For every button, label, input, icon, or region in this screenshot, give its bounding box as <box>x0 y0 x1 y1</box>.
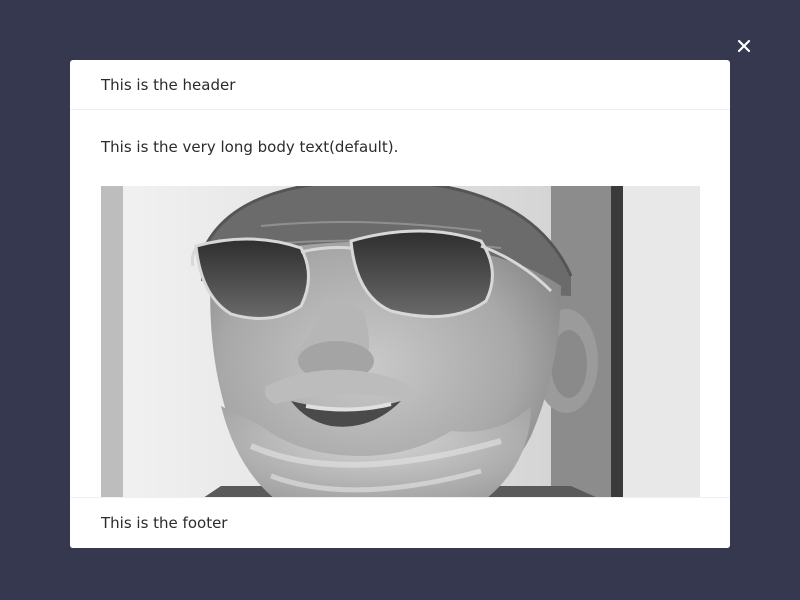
modal-footer: This is the footer <box>70 497 730 548</box>
close-icon <box>737 39 751 53</box>
modal-footer-text: This is the footer <box>101 514 228 532</box>
modal-body-text: This is the very long body text(default)… <box>101 138 399 156</box>
modal-body[interactable]: This is the very long body text(default)… <box>70 110 730 497</box>
modal-backdrop[interactable]: This is the header This is the very long… <box>0 0 800 600</box>
modal-header: This is the header <box>70 60 730 110</box>
portrait-image <box>101 186 700 497</box>
modal-header-text: This is the header <box>101 75 236 94</box>
modal-dialog: This is the header This is the very long… <box>70 60 730 548</box>
close-button[interactable] <box>734 36 754 56</box>
